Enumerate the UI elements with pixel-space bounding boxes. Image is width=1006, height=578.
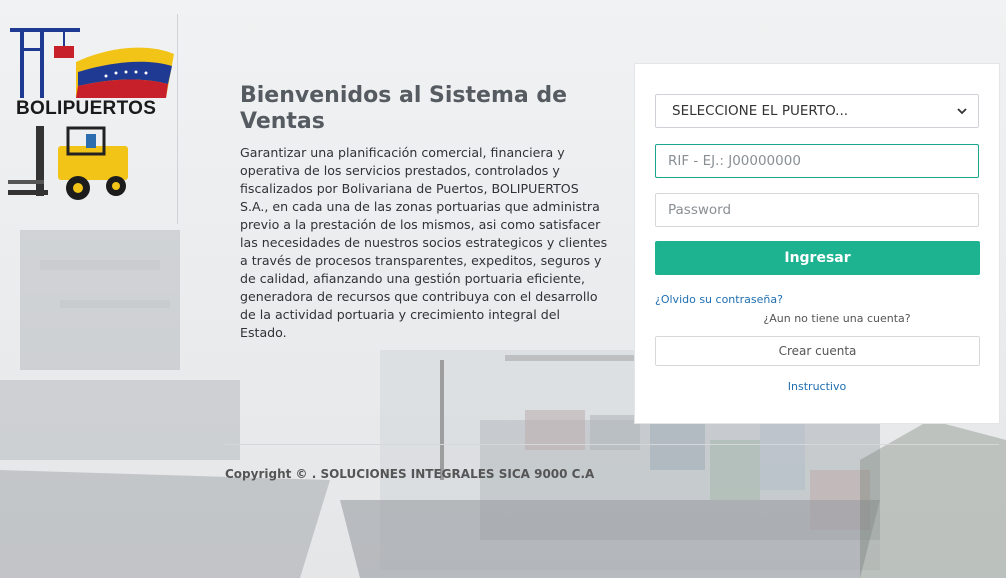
intro-section: Bienvenidos al Sistema de Ventas Garanti… xyxy=(240,83,610,342)
instructions-link[interactable]: Instructivo xyxy=(655,380,979,393)
rif-input[interactable] xyxy=(655,144,979,178)
logo-container: BOLIPUERTOS xyxy=(0,14,178,224)
forgot-password-link[interactable]: ¿Olvido su contraseña? xyxy=(655,293,783,306)
copyright-text: Copyright © . SOLUCIONES INTEGRALES SICA… xyxy=(225,467,595,481)
page-title: Bienvenidos al Sistema de Ventas xyxy=(240,83,568,134)
no-account-text: ¿Aun no tiene una cuenta? xyxy=(763,312,911,325)
bolipuertos-logo xyxy=(8,28,174,200)
chevron-down-icon xyxy=(957,108,967,115)
intro-description: Garantizar una planificación comercial, … xyxy=(240,145,608,340)
brand-name: BOLIPUERTOS xyxy=(16,98,157,119)
login-button[interactable]: Ingresar xyxy=(655,241,980,275)
port-select[interactable]: SELECCIONE EL PUERTO... xyxy=(655,94,979,128)
create-account-button[interactable]: Crear cuenta xyxy=(655,336,980,366)
password-input[interactable] xyxy=(655,193,979,227)
login-panel: SELECCIONE EL PUERTO... Ingresar ¿Olvido… xyxy=(634,63,1000,424)
port-select-value: SELECCIONE EL PUERTO... xyxy=(672,103,849,119)
footer-divider xyxy=(225,444,999,445)
